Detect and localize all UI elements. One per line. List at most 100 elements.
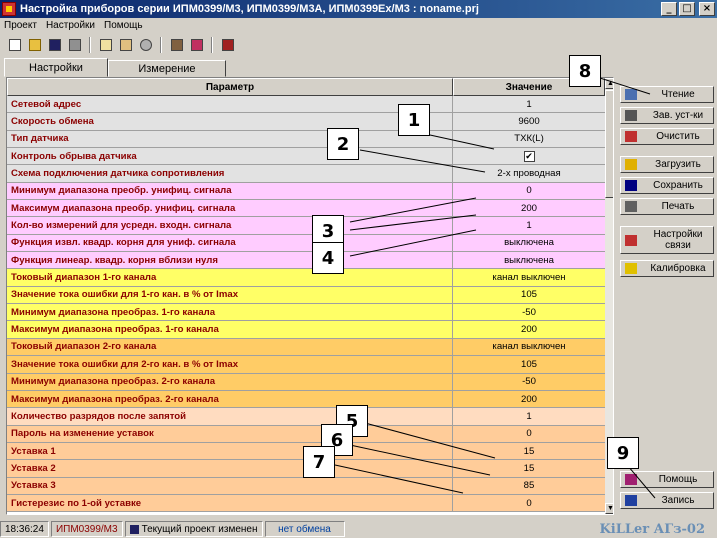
help-button[interactable]: Помощь (620, 471, 714, 488)
param-value[interactable]: 105 (453, 356, 605, 372)
table-row[interactable]: Максимум диапазона преобраз. 1-го канала… (7, 321, 605, 339)
param-value[interactable]: 0 (453, 495, 605, 511)
param-name: Значение тока ошибки для 1-го кан. в % о… (7, 286, 453, 304)
factory-settings-button-label: Зав. уст-ки (652, 110, 704, 121)
param-value[interactable]: ✔ (453, 148, 605, 164)
window-title: Настройка приборов серии ИПМ0399/М3, ИПМ… (20, 3, 479, 15)
device-settings-button[interactable] (168, 37, 185, 54)
table-row[interactable]: Контроль обрыва датчика ✔ (7, 148, 605, 166)
calibration-button[interactable]: Калибровка (620, 260, 714, 277)
print-button[interactable] (66, 37, 83, 54)
table-row[interactable]: Скорость обмена 9600 (7, 113, 605, 131)
param-name: Уставка 2 (7, 460, 453, 477)
table-row[interactable]: Схема подключения датчика сопротивления 2… (7, 165, 605, 183)
param-value[interactable]: 85 (453, 478, 605, 494)
clear-button[interactable]: Очистить (620, 128, 714, 145)
open-file-button[interactable] (26, 37, 43, 54)
scroll-down-arrow-icon[interactable]: ▼ (605, 503, 613, 514)
save-button-label: Сохранить (653, 180, 703, 191)
table-row[interactable]: Функция линеар. квадр. корня вблизи нуля… (7, 252, 605, 270)
callout-1: 1 (398, 104, 430, 136)
write-button[interactable]: Запись (620, 492, 714, 509)
read-button[interactable]: Чтение (620, 86, 714, 103)
param-value[interactable]: 9600 (453, 113, 605, 129)
table-row[interactable]: Максимум диапазона преобраз. 2-го канала… (7, 390, 605, 409)
clear-button-label: Очистить (656, 131, 700, 142)
status-project: Текущий проект изменен (124, 521, 263, 537)
table-row[interactable]: Значение тока ошибки для 1-го кан. в % о… (7, 286, 605, 305)
table-row[interactable]: Функция извл. квадр. корня для униф. сиг… (7, 234, 605, 253)
param-value[interactable]: -50 (453, 374, 605, 390)
param-value[interactable]: 200 (453, 200, 605, 216)
table-row[interactable]: Значение тока ошибки для 2-го кан. в % о… (7, 356, 605, 374)
table-row[interactable]: Минимум диапазона преобр. унифиц. сигнал… (7, 182, 605, 201)
exit-button[interactable] (219, 37, 236, 54)
header-param[interactable]: Параметр (7, 78, 453, 96)
book-button[interactable] (188, 37, 205, 54)
param-name: Минимум диапазона преобраз. 1-го канала (7, 304, 453, 321)
print-button[interactable]: Печать (620, 198, 714, 215)
help-button-label: Помощь (658, 474, 698, 485)
table-row[interactable]: Максимум диапазона преобр. унифиц. сигна… (7, 200, 605, 218)
param-name: Функция линеар. квадр. корня вблизи нуля (7, 252, 453, 269)
param-value[interactable]: 0 (453, 183, 605, 199)
param-value[interactable]: 200 (453, 321, 605, 337)
callout-8: 8 (569, 55, 601, 87)
scroll-thumb[interactable] (605, 90, 613, 198)
tab-measure[interactable]: Измерение (107, 60, 226, 77)
table-row[interactable]: Минимум диапазона преобраз. 2-го канала -… (7, 373, 605, 391)
toolbar-separator (211, 37, 213, 53)
status-connection: нет обмена (264, 521, 345, 537)
param-value[interactable]: 15 (453, 443, 605, 459)
maximize-button[interactable]: □ (679, 2, 695, 16)
calibration-button-label: Калибровка (650, 263, 706, 274)
factory-settings-button[interactable]: Зав. уст-ки (620, 107, 714, 124)
param-value[interactable]: канал выключен (453, 269, 605, 285)
minimize-button[interactable]: _ (661, 2, 677, 16)
param-value[interactable]: -50 (453, 304, 605, 320)
save-button[interactable]: Сохранить (620, 177, 714, 194)
connection-settings-button[interactable]: Настройки связи (620, 226, 714, 254)
toolbar-separator (89, 37, 91, 53)
param-value[interactable]: 1 (453, 408, 605, 424)
param-value[interactable]: ТХК(L) (453, 131, 605, 147)
scroll-up-arrow-icon[interactable]: ▲ (605, 78, 613, 89)
toolbar-separator (160, 37, 162, 53)
param-value[interactable]: 1 (453, 217, 605, 233)
param-value[interactable]: 0 (453, 426, 605, 442)
param-value[interactable]: 2-х проводная (453, 165, 605, 181)
copy-button[interactable] (97, 37, 114, 54)
table-row[interactable]: Сетевой адрес 1 (7, 96, 605, 114)
param-value[interactable]: 200 (453, 391, 605, 407)
table-row[interactable]: Минимум диапазона преобраз. 1-го канала -… (7, 304, 605, 322)
new-file-button[interactable] (6, 37, 23, 54)
menu-bar: Проект Настройки Помощь (0, 18, 717, 33)
checkbox-checked[interactable]: ✔ (523, 150, 535, 162)
load-button[interactable]: Загрузить (620, 156, 714, 173)
table-row[interactable]: Уставка 3 85 (7, 477, 605, 495)
param-value[interactable]: канал выключен (453, 339, 605, 355)
table-row[interactable]: Гистерезис по 1-ой уставке 0 (7, 494, 605, 513)
param-value[interactable]: выключена (453, 252, 605, 268)
tab-settings[interactable]: Настройки (4, 58, 108, 77)
param-value[interactable]: 1 (453, 96, 605, 112)
save-file-button[interactable] (46, 37, 63, 54)
tab-strip: Настройки Измерение (4, 58, 226, 77)
param-value[interactable]: 105 (453, 287, 605, 303)
close-button[interactable]: × (699, 2, 715, 16)
callout-2: 2 (327, 128, 359, 160)
param-value[interactable]: выключена (453, 235, 605, 251)
table-row[interactable]: Токовый диапазон 2-го канала канал выключ… (7, 338, 605, 357)
menu-project[interactable]: Проект (4, 20, 37, 31)
table-row[interactable]: Тип датчика ТХК(L) (7, 130, 605, 149)
table-row[interactable]: Токовый диапазон 1-го канала канал выключ… (7, 269, 605, 287)
menu-settings[interactable]: Настройки (46, 20, 95, 31)
cancel-button[interactable] (137, 37, 154, 54)
menu-help[interactable]: Помощь (104, 20, 143, 31)
table-row[interactable]: Пароль на изменение уставок 0 (7, 425, 605, 443)
param-value[interactable]: 15 (453, 460, 605, 476)
param-name: Пароль на изменение уставок (7, 425, 453, 442)
table-row[interactable]: Кол-во измерений для усредн. входн. сигн… (7, 217, 605, 235)
paste-button[interactable] (117, 37, 134, 54)
table-row[interactable]: Количество разрядов после запятой 1 (7, 408, 605, 426)
